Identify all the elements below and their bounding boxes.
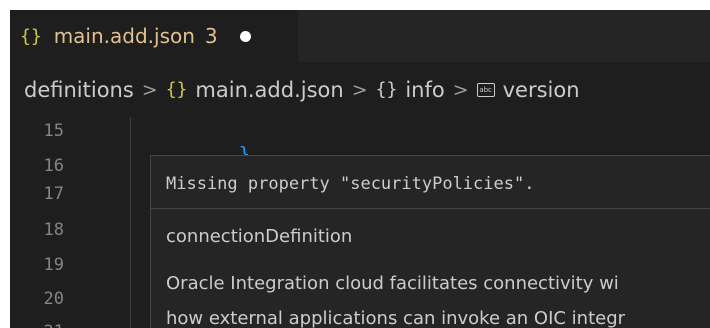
- line-number: 21: [10, 322, 64, 328]
- tab-main-add-json[interactable]: {} main.add.json 3: [10, 10, 298, 62]
- json-braces-icon: {}: [165, 79, 188, 100]
- breadcrumb: definitions > {} main.add.json > {} info…: [10, 62, 710, 117]
- property-name: connectionDefinition: [166, 226, 353, 247]
- line-number: 15: [43, 121, 64, 141]
- object-braces-icon: {}: [375, 79, 398, 100]
- breadcrumb-item-file[interactable]: main.add.json: [195, 78, 343, 102]
- editor-window: {} main.add.json 3 definitions > {} main…: [10, 10, 710, 328]
- indent-guide: [130, 117, 131, 328]
- chevron-right-icon: >: [452, 78, 469, 101]
- line-number: 18: [43, 220, 64, 240]
- hover-divider: [151, 208, 710, 209]
- line-number: 20: [43, 289, 64, 309]
- description-line: Oracle Integration cloud facilitates con…: [166, 273, 619, 294]
- line-number: 16: [43, 156, 64, 176]
- property-description: Oracle Integration cloud facilitates con…: [166, 266, 625, 328]
- breadcrumb-item-definitions[interactable]: definitions: [24, 78, 134, 102]
- chevron-right-icon: >: [141, 78, 158, 101]
- breadcrumb-item-version[interactable]: version: [503, 78, 580, 102]
- unsaved-dot-icon[interactable]: [239, 30, 251, 42]
- tab-filename: main.add.json: [53, 24, 195, 48]
- breadcrumb-item-info[interactable]: info: [405, 78, 444, 102]
- tab-bar: {} main.add.json 3: [10, 10, 710, 62]
- diagnostic-message: Missing property "securityPolicies".: [166, 174, 535, 194]
- string-property-icon: abc: [476, 82, 495, 97]
- problem-count-badge: 3: [204, 24, 218, 48]
- chevron-right-icon: >: [351, 78, 368, 101]
- line-number-gutter: 15 16 17 18 19 20 21: [10, 117, 80, 328]
- json-braces-icon: {}: [20, 25, 42, 47]
- hover-tooltip: Missing property "securityPolicies". con…: [150, 155, 710, 328]
- line-number: 19: [43, 255, 64, 275]
- line-number: 17: [43, 184, 64, 204]
- description-line: how external applications can invoke an …: [166, 308, 626, 328]
